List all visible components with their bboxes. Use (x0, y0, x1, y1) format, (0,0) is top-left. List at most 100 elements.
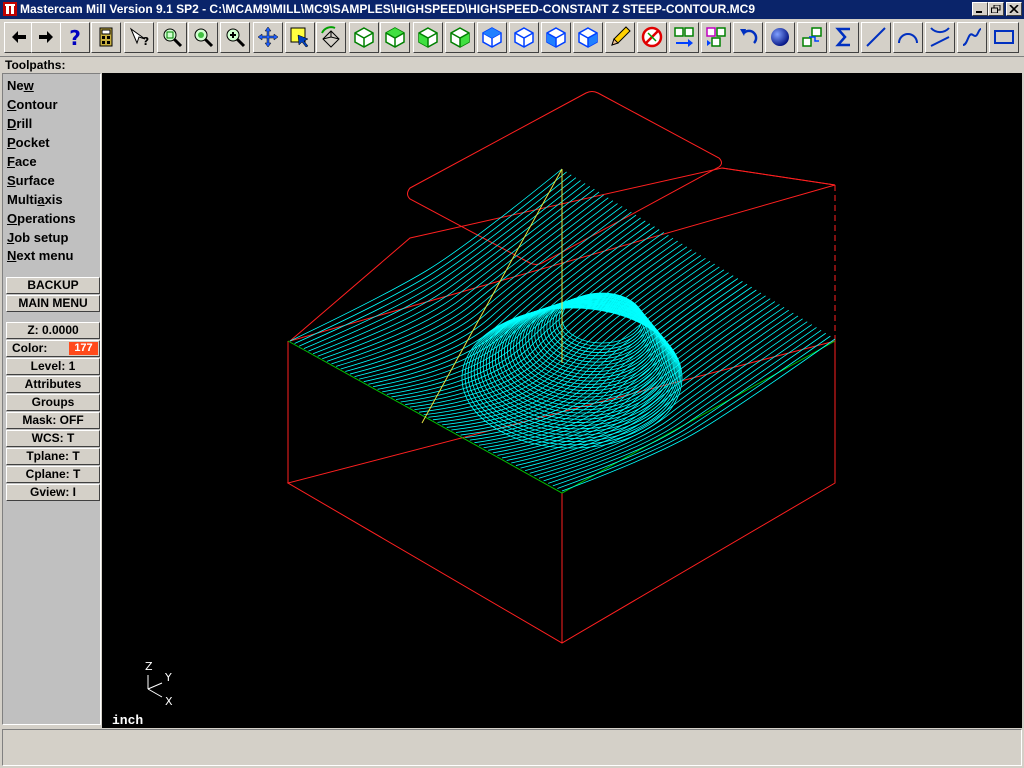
zoom-window-button[interactable] (157, 22, 187, 53)
select-button[interactable] (285, 22, 315, 53)
back-arrow-icon (12, 31, 26, 43)
forward-button[interactable] (31, 22, 61, 53)
trim-icon (930, 27, 950, 47)
svg-text:?: ? (69, 26, 81, 49)
cplane-iso-button[interactable] (477, 22, 507, 53)
menu-item-new[interactable]: New (7, 78, 34, 93)
axis-y-line (147, 682, 163, 690)
xform-button[interactable] (797, 22, 827, 53)
help-button[interactable]: ? (60, 22, 90, 53)
cube-blue-iso-icon (482, 27, 502, 48)
cplane-button[interactable]: Cplane: T (6, 466, 100, 483)
color-label: Color: (12, 341, 48, 355)
menu-item-next-menu[interactable]: Next menu (7, 248, 73, 263)
svg-text:?: ? (143, 35, 149, 48)
transform-icon (802, 27, 822, 47)
rotate-icon (321, 26, 340, 48)
menu-item-contour[interactable]: Contour (7, 97, 58, 112)
zoom-fit-button[interactable] (188, 22, 218, 53)
blank-entity-button[interactable] (637, 22, 667, 53)
analyze-button[interactable]: ? (124, 22, 154, 53)
rotate-button[interactable] (316, 22, 346, 53)
help-icon: ? (69, 26, 81, 49)
cube-side-icon (450, 27, 470, 48)
prompt-area (2, 729, 1022, 766)
back-button[interactable] (4, 22, 34, 53)
sketch-button[interactable] (605, 22, 635, 53)
axis-y-label: Y (164, 671, 172, 684)
copy-icon (706, 27, 726, 47)
zoom-window-icon (163, 28, 183, 48)
translate-button[interactable] (669, 22, 699, 53)
create-rectangle-button[interactable] (989, 22, 1019, 53)
title-bar[interactable]: Mastercam Mill Version 9.1 SP2 - C:\MCAM… (0, 0, 1024, 19)
view-top-button[interactable] (380, 22, 410, 53)
mastercam-app-icon[interactable] (3, 2, 17, 16)
cube-iso-icon (354, 27, 374, 48)
toolpaths-menu: New Contour Drill Pocket Face Surface Mu… (2, 73, 101, 725)
restore-button[interactable] (988, 2, 1004, 16)
pan-icon (257, 26, 279, 48)
units-label: inch (112, 713, 144, 728)
cplane-side-button[interactable] (573, 22, 603, 53)
zoom-in-icon (226, 28, 246, 48)
spline-icon (962, 28, 982, 46)
main-menu-button[interactable]: MAIN MENU (6, 295, 100, 312)
axis-z-label: Z (145, 660, 153, 673)
forward-arrow-icon (39, 31, 53, 43)
cplane-top-button[interactable] (509, 22, 539, 53)
pencil-icon (611, 26, 631, 46)
create-arc-button[interactable] (893, 22, 923, 53)
calculator-button[interactable] (91, 22, 121, 53)
zoom-in-button[interactable] (220, 22, 250, 53)
close-icon (1009, 5, 1019, 13)
close-button[interactable] (1006, 2, 1022, 16)
menu-item-operations[interactable]: Operations (7, 211, 76, 226)
axis-x-line (147, 688, 163, 698)
menu-item-surface[interactable]: Surface (7, 173, 55, 188)
mask-button[interactable]: Mask: OFF (6, 412, 100, 429)
tplane-button[interactable]: Tplane: T (6, 448, 100, 465)
level-button[interactable]: Level: 1 (6, 358, 100, 375)
attributes-button[interactable]: Attributes (6, 376, 100, 393)
undo-button[interactable] (733, 22, 763, 53)
z-depth-button[interactable]: Z: 0.0000 (6, 322, 100, 339)
no-entity-icon (641, 26, 663, 48)
menu-item-face[interactable]: Face (7, 154, 37, 169)
menu-item-job-setup[interactable]: Job setup (7, 230, 68, 245)
menu-header: Toolpaths: (5, 58, 66, 72)
groups-button[interactable]: Groups (6, 394, 100, 411)
create-spline-button[interactable] (957, 22, 987, 53)
graphics-viewport[interactable]: Z Y X inch (102, 73, 1022, 728)
line-icon (866, 27, 886, 47)
calculator-icon (99, 27, 113, 47)
copy-button[interactable] (701, 22, 731, 53)
sum-button[interactable] (829, 22, 859, 53)
menu-item-pocket[interactable]: Pocket (7, 135, 50, 150)
pan-button[interactable] (253, 22, 283, 53)
zoom-fit-icon (194, 28, 214, 48)
cube-top-icon (385, 27, 405, 48)
select-icon (290, 27, 309, 48)
view-iso-button[interactable] (349, 22, 379, 53)
menu-item-drill[interactable]: Drill (7, 116, 32, 131)
shading-button[interactable] (765, 22, 795, 53)
cplane-front-button[interactable] (541, 22, 571, 53)
gview-button[interactable]: Gview: I (6, 484, 100, 501)
cube-front-icon (418, 27, 438, 48)
minimize-button[interactable] (972, 2, 988, 16)
backup-button[interactable]: BACKUP (6, 277, 100, 294)
view-front-button[interactable] (413, 22, 443, 53)
axis-triad (147, 675, 163, 698)
wcs-button[interactable]: WCS: T (6, 430, 100, 447)
cube-blue-top-icon (514, 27, 534, 48)
menu-item-multiaxis[interactable]: Multiaxis (7, 192, 63, 207)
tool-axis-lines (421, 168, 563, 424)
create-line-button[interactable] (861, 22, 891, 53)
move-icon (674, 27, 694, 47)
analyze-icon: ? (129, 27, 149, 48)
color-button[interactable]: Color: 177 (6, 340, 100, 357)
view-side-button[interactable] (445, 22, 475, 53)
undo-icon (740, 29, 758, 44)
trim-button[interactable] (925, 22, 955, 53)
